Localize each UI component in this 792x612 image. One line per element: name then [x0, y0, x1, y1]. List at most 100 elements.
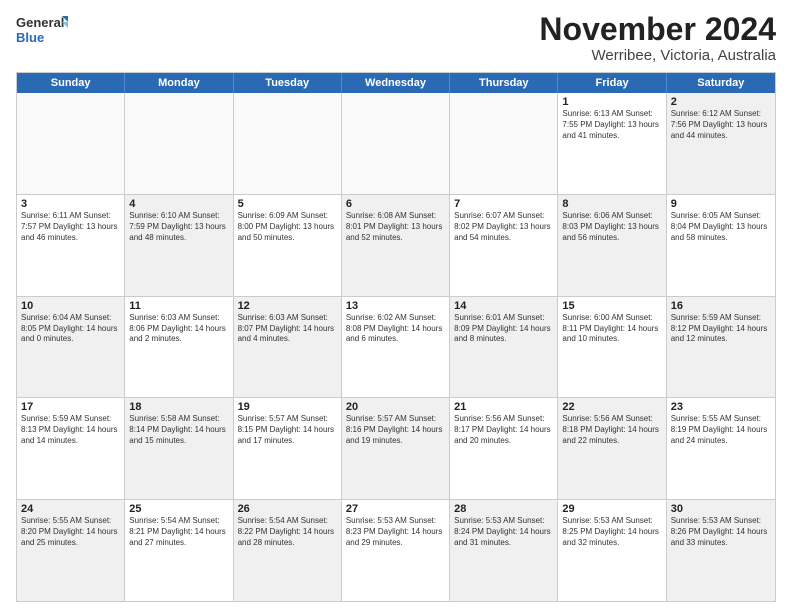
calendar-cell-4-5: 29Sunrise: 5:53 AM Sunset: 8:25 PM Dayli…: [558, 500, 666, 601]
calendar-cell-1-0: 3Sunrise: 6:11 AM Sunset: 7:57 PM Daylig…: [17, 195, 125, 296]
calendar-cell-0-0: [17, 93, 125, 194]
location-title: Werribee, Victoria, Australia: [539, 47, 776, 64]
day-number: 29: [562, 503, 661, 515]
logo-svg: General Blue: [16, 12, 68, 48]
header-sunday: Sunday: [17, 73, 125, 93]
calendar-row-3: 17Sunrise: 5:59 AM Sunset: 8:13 PM Dayli…: [17, 397, 775, 499]
day-number: 23: [671, 401, 771, 413]
day-info: Sunrise: 5:53 AM Sunset: 8:24 PM Dayligh…: [454, 516, 553, 548]
header-friday: Friday: [558, 73, 666, 93]
calendar-cell-3-6: 23Sunrise: 5:55 AM Sunset: 8:19 PM Dayli…: [667, 398, 775, 499]
day-info: Sunrise: 5:53 AM Sunset: 8:26 PM Dayligh…: [671, 516, 771, 548]
calendar-cell-3-1: 18Sunrise: 5:58 AM Sunset: 8:14 PM Dayli…: [125, 398, 233, 499]
day-info: Sunrise: 5:54 AM Sunset: 8:22 PM Dayligh…: [238, 516, 337, 548]
header-thursday: Thursday: [450, 73, 558, 93]
day-number: 14: [454, 300, 553, 312]
logo: General Blue: [16, 12, 68, 48]
day-info: Sunrise: 5:59 AM Sunset: 8:13 PM Dayligh…: [21, 414, 120, 446]
day-number: 2: [671, 96, 771, 108]
day-number: 9: [671, 198, 771, 210]
day-info: Sunrise: 5:57 AM Sunset: 8:16 PM Dayligh…: [346, 414, 445, 446]
day-number: 30: [671, 503, 771, 515]
day-info: Sunrise: 6:02 AM Sunset: 8:08 PM Dayligh…: [346, 313, 445, 345]
calendar-cell-2-4: 14Sunrise: 6:01 AM Sunset: 8:09 PM Dayli…: [450, 297, 558, 398]
header: General Blue November 2024 Werribee, Vic…: [16, 12, 776, 64]
day-info: Sunrise: 5:56 AM Sunset: 8:18 PM Dayligh…: [562, 414, 661, 446]
day-number: 3: [21, 198, 120, 210]
day-number: 21: [454, 401, 553, 413]
day-number: 26: [238, 503, 337, 515]
day-info: Sunrise: 6:07 AM Sunset: 8:02 PM Dayligh…: [454, 211, 553, 243]
day-number: 6: [346, 198, 445, 210]
day-number: 8: [562, 198, 661, 210]
day-info: Sunrise: 6:08 AM Sunset: 8:01 PM Dayligh…: [346, 211, 445, 243]
page: General Blue November 2024 Werribee, Vic…: [0, 0, 792, 612]
day-info: Sunrise: 5:53 AM Sunset: 8:25 PM Dayligh…: [562, 516, 661, 548]
day-info: Sunrise: 6:06 AM Sunset: 8:03 PM Dayligh…: [562, 211, 661, 243]
calendar-cell-2-1: 11Sunrise: 6:03 AM Sunset: 8:06 PM Dayli…: [125, 297, 233, 398]
calendar-row-4: 24Sunrise: 5:55 AM Sunset: 8:20 PM Dayli…: [17, 499, 775, 601]
calendar-cell-3-0: 17Sunrise: 5:59 AM Sunset: 8:13 PM Dayli…: [17, 398, 125, 499]
calendar-cell-4-3: 27Sunrise: 5:53 AM Sunset: 8:23 PM Dayli…: [342, 500, 450, 601]
calendar-cell-3-3: 20Sunrise: 5:57 AM Sunset: 8:16 PM Dayli…: [342, 398, 450, 499]
day-number: 10: [21, 300, 120, 312]
calendar-cell-3-2: 19Sunrise: 5:57 AM Sunset: 8:15 PM Dayli…: [234, 398, 342, 499]
title-block: November 2024 Werribee, Victoria, Austra…: [539, 12, 776, 64]
day-number: 25: [129, 503, 228, 515]
day-info: Sunrise: 5:58 AM Sunset: 8:14 PM Dayligh…: [129, 414, 228, 446]
day-number: 22: [562, 401, 661, 413]
day-number: 27: [346, 503, 445, 515]
calendar-cell-1-1: 4Sunrise: 6:10 AM Sunset: 7:59 PM Daylig…: [125, 195, 233, 296]
calendar-cell-0-6: 2Sunrise: 6:12 AM Sunset: 7:56 PM Daylig…: [667, 93, 775, 194]
calendar-cell-4-4: 28Sunrise: 5:53 AM Sunset: 8:24 PM Dayli…: [450, 500, 558, 601]
day-number: 17: [21, 401, 120, 413]
calendar-cell-2-0: 10Sunrise: 6:04 AM Sunset: 8:05 PM Dayli…: [17, 297, 125, 398]
day-info: Sunrise: 6:11 AM Sunset: 7:57 PM Dayligh…: [21, 211, 120, 243]
day-number: 15: [562, 300, 661, 312]
header-saturday: Saturday: [667, 73, 775, 93]
calendar-cell-0-4: [450, 93, 558, 194]
day-number: 13: [346, 300, 445, 312]
calendar-header: Sunday Monday Tuesday Wednesday Thursday…: [17, 73, 775, 93]
calendar-cell-4-0: 24Sunrise: 5:55 AM Sunset: 8:20 PM Dayli…: [17, 500, 125, 601]
calendar-body: 1Sunrise: 6:13 AM Sunset: 7:55 PM Daylig…: [17, 93, 775, 601]
day-number: 11: [129, 300, 228, 312]
day-number: 24: [21, 503, 120, 515]
calendar-row-1: 3Sunrise: 6:11 AM Sunset: 7:57 PM Daylig…: [17, 194, 775, 296]
header-monday: Monday: [125, 73, 233, 93]
day-info: Sunrise: 6:01 AM Sunset: 8:09 PM Dayligh…: [454, 313, 553, 345]
header-wednesday: Wednesday: [342, 73, 450, 93]
day-info: Sunrise: 6:12 AM Sunset: 7:56 PM Dayligh…: [671, 109, 771, 141]
calendar-cell-1-3: 6Sunrise: 6:08 AM Sunset: 8:01 PM Daylig…: [342, 195, 450, 296]
day-number: 28: [454, 503, 553, 515]
day-info: Sunrise: 6:00 AM Sunset: 8:11 PM Dayligh…: [562, 313, 661, 345]
calendar-cell-4-6: 30Sunrise: 5:53 AM Sunset: 8:26 PM Dayli…: [667, 500, 775, 601]
day-number: 12: [238, 300, 337, 312]
day-info: Sunrise: 6:03 AM Sunset: 8:07 PM Dayligh…: [238, 313, 337, 345]
calendar-cell-3-4: 21Sunrise: 5:56 AM Sunset: 8:17 PM Dayli…: [450, 398, 558, 499]
day-info: Sunrise: 5:57 AM Sunset: 8:15 PM Dayligh…: [238, 414, 337, 446]
day-number: 20: [346, 401, 445, 413]
calendar-cell-1-2: 5Sunrise: 6:09 AM Sunset: 8:00 PM Daylig…: [234, 195, 342, 296]
day-info: Sunrise: 5:55 AM Sunset: 8:19 PM Dayligh…: [671, 414, 771, 446]
calendar-cell-1-4: 7Sunrise: 6:07 AM Sunset: 8:02 PM Daylig…: [450, 195, 558, 296]
day-info: Sunrise: 6:13 AM Sunset: 7:55 PM Dayligh…: [562, 109, 661, 141]
calendar-cell-2-5: 15Sunrise: 6:00 AM Sunset: 8:11 PM Dayli…: [558, 297, 666, 398]
day-info: Sunrise: 5:53 AM Sunset: 8:23 PM Dayligh…: [346, 516, 445, 548]
calendar-cell-1-6: 9Sunrise: 6:05 AM Sunset: 8:04 PM Daylig…: [667, 195, 775, 296]
calendar-cell-0-2: [234, 93, 342, 194]
day-info: Sunrise: 6:04 AM Sunset: 8:05 PM Dayligh…: [21, 313, 120, 345]
day-info: Sunrise: 5:59 AM Sunset: 8:12 PM Dayligh…: [671, 313, 771, 345]
day-number: 19: [238, 401, 337, 413]
day-info: Sunrise: 6:09 AM Sunset: 8:00 PM Dayligh…: [238, 211, 337, 243]
calendar-cell-2-2: 12Sunrise: 6:03 AM Sunset: 8:07 PM Dayli…: [234, 297, 342, 398]
calendar-cell-0-5: 1Sunrise: 6:13 AM Sunset: 7:55 PM Daylig…: [558, 93, 666, 194]
day-number: 16: [671, 300, 771, 312]
calendar: Sunday Monday Tuesday Wednesday Thursday…: [16, 72, 776, 602]
day-info: Sunrise: 6:10 AM Sunset: 7:59 PM Dayligh…: [129, 211, 228, 243]
calendar-cell-2-3: 13Sunrise: 6:02 AM Sunset: 8:08 PM Dayli…: [342, 297, 450, 398]
day-info: Sunrise: 6:05 AM Sunset: 8:04 PM Dayligh…: [671, 211, 771, 243]
calendar-cell-3-5: 22Sunrise: 5:56 AM Sunset: 8:18 PM Dayli…: [558, 398, 666, 499]
svg-text:General: General: [16, 15, 64, 30]
calendar-row-0: 1Sunrise: 6:13 AM Sunset: 7:55 PM Daylig…: [17, 93, 775, 194]
